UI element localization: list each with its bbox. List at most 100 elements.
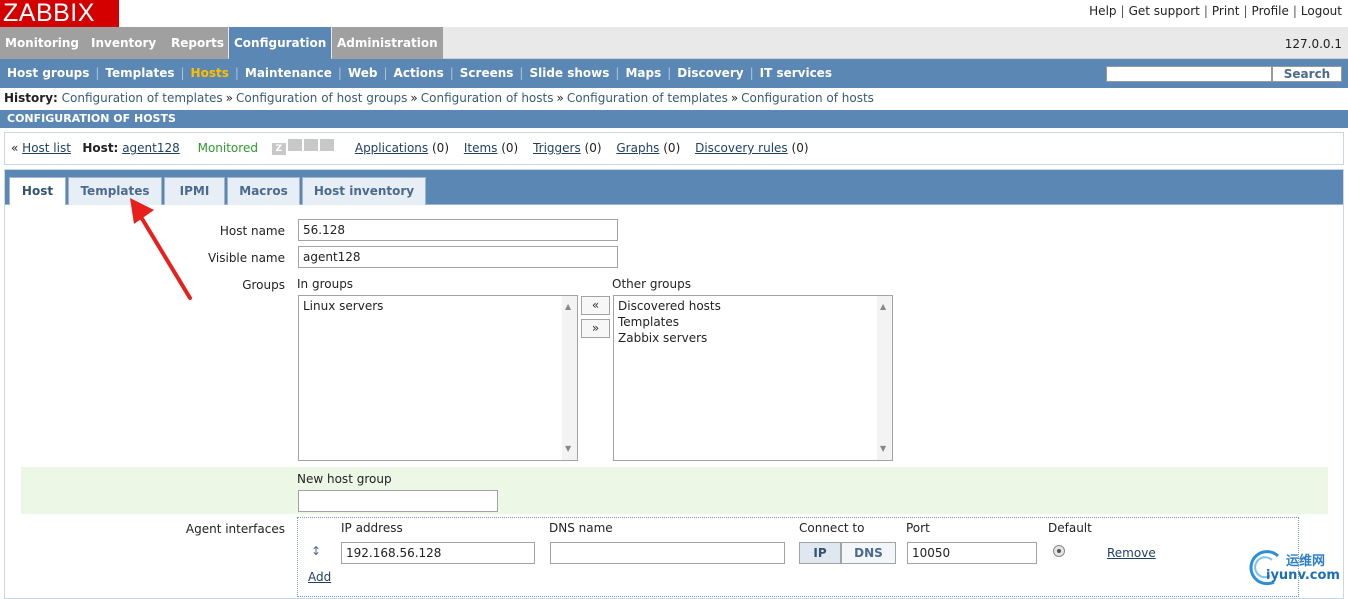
items-count: (0) bbox=[501, 141, 519, 155]
visible-name-input[interactable] bbox=[298, 246, 618, 268]
host-nav-bar: « Host list Host: agent128 Monitored Z A… bbox=[4, 132, 1344, 165]
list-item[interactable]: Templates bbox=[618, 314, 888, 330]
sub-item-templates[interactable]: Templates bbox=[105, 66, 174, 80]
sub-item-web[interactable]: Web bbox=[348, 66, 378, 80]
connect-dns-button[interactable]: DNS bbox=[841, 542, 896, 564]
main-tab-inventory[interactable]: Inventory bbox=[86, 27, 166, 59]
list-item[interactable]: Linux servers bbox=[303, 298, 573, 314]
history-breadcrumb: History: Configuration of templates» Conf… bbox=[4, 91, 874, 105]
scroll-down-icon[interactable]: ▼ bbox=[880, 441, 886, 457]
move-left-button[interactable]: « bbox=[581, 296, 610, 315]
scroll-down-icon[interactable]: ▼ bbox=[565, 441, 571, 457]
logout-link[interactable]: Logout bbox=[1301, 4, 1342, 18]
move-right-button[interactable]: » bbox=[581, 319, 610, 338]
discovery-rules-count: (0) bbox=[791, 141, 809, 155]
triggers-count: (0) bbox=[584, 141, 602, 155]
sub-item-maps[interactable]: Maps bbox=[625, 66, 661, 80]
default-radio[interactable] bbox=[1053, 545, 1065, 557]
main-tab-reports[interactable]: Reports bbox=[166, 27, 228, 59]
ip-address-input[interactable] bbox=[341, 542, 535, 564]
jmx-availability-icon bbox=[303, 139, 318, 151]
remove-interface-link[interactable]: Remove bbox=[1107, 546, 1156, 560]
host-name-label: Host name bbox=[219, 224, 285, 238]
history-item[interactable]: Configuration of hosts bbox=[421, 91, 554, 105]
scrollbar[interactable]: ▲ ▼ bbox=[562, 296, 577, 460]
dns-name-input[interactable] bbox=[550, 542, 785, 564]
list-item[interactable]: Discovered hosts bbox=[618, 298, 888, 314]
top-links: Help | Get support | Print | Profile | Logout bbox=[1089, 4, 1342, 18]
profile-link[interactable]: Profile bbox=[1252, 4, 1289, 18]
host-list-link[interactable]: Host list bbox=[22, 141, 71, 155]
sub-item-hosts[interactable]: Hosts bbox=[191, 66, 229, 80]
host-name-input[interactable] bbox=[298, 219, 618, 241]
host-name-link[interactable]: agent128 bbox=[122, 141, 180, 155]
tab-host[interactable]: Host bbox=[9, 177, 66, 205]
history-item[interactable]: Configuration of host groups bbox=[236, 91, 407, 105]
availability-icons: Z bbox=[271, 132, 336, 163]
sub-item-host-groups[interactable]: Host groups bbox=[7, 66, 89, 80]
watermark-top-text: 运维网 bbox=[1286, 554, 1326, 569]
snmp-availability-icon bbox=[287, 139, 302, 151]
ipmi-availability-icon bbox=[319, 139, 334, 151]
scroll-up-icon[interactable]: ▲ bbox=[880, 299, 886, 315]
main-tab-configuration[interactable]: Configuration bbox=[229, 27, 331, 59]
tab-templates[interactable]: Templates bbox=[68, 177, 162, 205]
other-groups-listbox[interactable]: Discovered hosts Templates Zabbix server… bbox=[613, 295, 893, 461]
tab-macros[interactable]: Macros bbox=[227, 177, 300, 205]
sub-item-it-services[interactable]: IT services bbox=[760, 66, 832, 80]
in-groups-listbox[interactable]: Linux servers ▲ ▼ bbox=[298, 295, 578, 461]
new-host-group-input[interactable] bbox=[298, 490, 498, 512]
history-item[interactable]: Configuration of templates bbox=[62, 91, 223, 105]
tab-host-inventory[interactable]: Host inventory bbox=[302, 177, 426, 205]
default-header: Default bbox=[1048, 521, 1092, 535]
list-item[interactable]: Zabbix servers bbox=[618, 330, 888, 346]
main-tab-monitoring[interactable]: Monitoring bbox=[0, 27, 86, 59]
separator: | bbox=[1203, 4, 1208, 18]
tab-ipmi[interactable]: IPMI bbox=[164, 177, 225, 205]
help-link[interactable]: Help bbox=[1089, 4, 1116, 18]
triggers-link[interactable]: Triggers bbox=[533, 141, 581, 155]
history-label: History: bbox=[4, 91, 58, 105]
discovery-rules-link[interactable]: Discovery rules bbox=[695, 141, 788, 155]
port-header: Port bbox=[906, 521, 930, 535]
back-arrow-icon: « bbox=[11, 141, 19, 155]
agent-interfaces-label: Agent interfaces bbox=[185, 522, 285, 536]
scrollbar[interactable]: ▲ ▼ bbox=[877, 296, 892, 460]
connect-ip-button[interactable]: IP bbox=[799, 542, 841, 564]
server-ip: 127.0.0.1 bbox=[1284, 37, 1342, 51]
sub-item-discovery[interactable]: Discovery bbox=[677, 66, 743, 80]
separator: | bbox=[1243, 4, 1248, 18]
connect-to-header: Connect to bbox=[799, 521, 865, 535]
sub-item-actions[interactable]: Actions bbox=[394, 66, 444, 80]
sub-item-screens[interactable]: Screens bbox=[460, 66, 514, 80]
separator: | bbox=[1120, 4, 1125, 18]
other-groups-label: Other groups bbox=[612, 277, 691, 291]
ip-address-header: IP address bbox=[341, 521, 403, 535]
zabbix-availability-icon: Z bbox=[271, 143, 286, 155]
port-input[interactable] bbox=[907, 542, 1037, 564]
history-item[interactable]: Configuration of hosts bbox=[741, 91, 874, 105]
history-item[interactable]: Configuration of templates bbox=[567, 91, 728, 105]
status-badge: Monitored bbox=[197, 141, 258, 155]
add-interface-link[interactable]: Add bbox=[308, 570, 331, 584]
applications-link[interactable]: Applications bbox=[355, 141, 428, 155]
drag-handle-icon[interactable]: ↕ bbox=[311, 544, 321, 558]
page-title: CONFIGURATION OF HOSTS bbox=[0, 110, 1348, 128]
top-bar: ZABBIX Help | Get support | Print | Profile | Lo… bbox=[0, 0, 1348, 27]
groups-label: Groups bbox=[242, 278, 285, 292]
search-button[interactable]: Search bbox=[1272, 66, 1342, 82]
main-menu: Monitoring Inventory Reports Configurati… bbox=[0, 27, 1348, 59]
sub-item-slide-shows[interactable]: Slide shows bbox=[529, 66, 609, 80]
main-tab-administration[interactable]: Administration bbox=[332, 27, 443, 59]
print-link[interactable]: Print bbox=[1212, 4, 1240, 18]
search-input[interactable] bbox=[1106, 66, 1272, 82]
host-label: Host: bbox=[82, 141, 119, 155]
zabbix-logo[interactable]: ZABBIX bbox=[0, 0, 119, 27]
dns-name-header: DNS name bbox=[549, 521, 613, 535]
get-support-link[interactable]: Get support bbox=[1129, 4, 1200, 18]
graphs-link[interactable]: Graphs bbox=[616, 141, 659, 155]
scroll-up-icon[interactable]: ▲ bbox=[565, 299, 571, 315]
visible-name-label: Visible name bbox=[207, 251, 285, 265]
items-link[interactable]: Items bbox=[464, 141, 498, 155]
sub-item-maintenance[interactable]: Maintenance bbox=[245, 66, 332, 80]
